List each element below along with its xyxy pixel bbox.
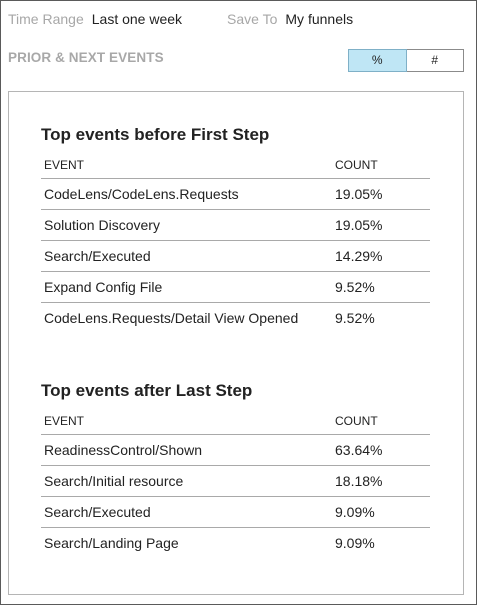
event-count: 18.18% — [335, 473, 383, 489]
table-row: CodeLens.Requests/Detail View Opened 9.5… — [41, 303, 430, 333]
count-column-header: COUNT — [335, 414, 378, 428]
event-name: Search/Executed — [44, 504, 151, 520]
event-count: 9.09% — [335, 535, 375, 551]
event-name: Solution Discovery — [44, 217, 160, 233]
event-name: Search/Initial resource — [44, 473, 184, 489]
before-first-step-group: Top events before First Step EVENT COUNT… — [41, 124, 430, 333]
event-count: 19.05% — [335, 186, 383, 202]
event-count: 9.52% — [335, 310, 375, 326]
save-to-value[interactable]: My funnels — [285, 11, 353, 27]
after-last-step-group: Top events after Last Step EVENT COUNT R… — [41, 380, 430, 558]
table-row: CodeLens/CodeLens.Requests 19.05% — [41, 179, 430, 210]
prior-next-events-window: Time Range Last one week Save To My funnels… — [0, 0, 477, 605]
event-count: 9.52% — [335, 279, 375, 295]
section-title: PRIOR & NEXT EVENTS — [8, 50, 164, 65]
display-mode-toggle: % # — [348, 49, 464, 72]
table-row: Expand Config File 9.52% — [41, 272, 430, 303]
event-name: Search/Executed — [44, 248, 151, 264]
event-count: 9.09% — [335, 504, 375, 520]
event-count: 14.29% — [335, 248, 383, 264]
table-row: Search/Executed 14.29% — [41, 241, 430, 272]
after-table-header: EVENT COUNT — [41, 408, 430, 435]
event-column-header: EVENT — [44, 414, 85, 428]
time-range-label: Time Range — [8, 11, 84, 27]
toolbar: Time Range Last one week Save To My funnels — [8, 10, 353, 30]
event-name: CodeLens.Requests/Detail View Opened — [44, 310, 299, 326]
count-column-header: COUNT — [335, 158, 378, 172]
event-column-header: EVENT — [44, 158, 85, 172]
table-row: Search/Landing Page 9.09% — [41, 528, 430, 558]
after-group-title: Top events after Last Step — [41, 381, 253, 400]
table-row: ReadinessControl/Shown 63.64% — [41, 435, 430, 466]
event-count: 19.05% — [335, 217, 383, 233]
before-table-header: EVENT COUNT — [41, 152, 430, 179]
before-group-title: Top events before First Step — [41, 125, 270, 144]
event-name: Expand Config File — [44, 279, 163, 295]
count-toggle-button[interactable]: # — [406, 49, 464, 72]
percent-toggle-button[interactable]: % — [348, 49, 407, 72]
event-name: Search/Landing Page — [44, 535, 179, 551]
time-range-value[interactable]: Last one week — [92, 11, 182, 27]
table-row: Search/Initial resource 18.18% — [41, 466, 430, 497]
events-panel: Top events before First Step EVENT COUNT… — [8, 91, 464, 595]
event-name: CodeLens/CodeLens.Requests — [44, 186, 239, 202]
table-row: Solution Discovery 19.05% — [41, 210, 430, 241]
save-to-label: Save To — [227, 11, 278, 27]
event-count: 63.64% — [335, 442, 383, 458]
event-name: ReadinessControl/Shown — [44, 442, 202, 458]
table-row: Search/Executed 9.09% — [41, 497, 430, 528]
